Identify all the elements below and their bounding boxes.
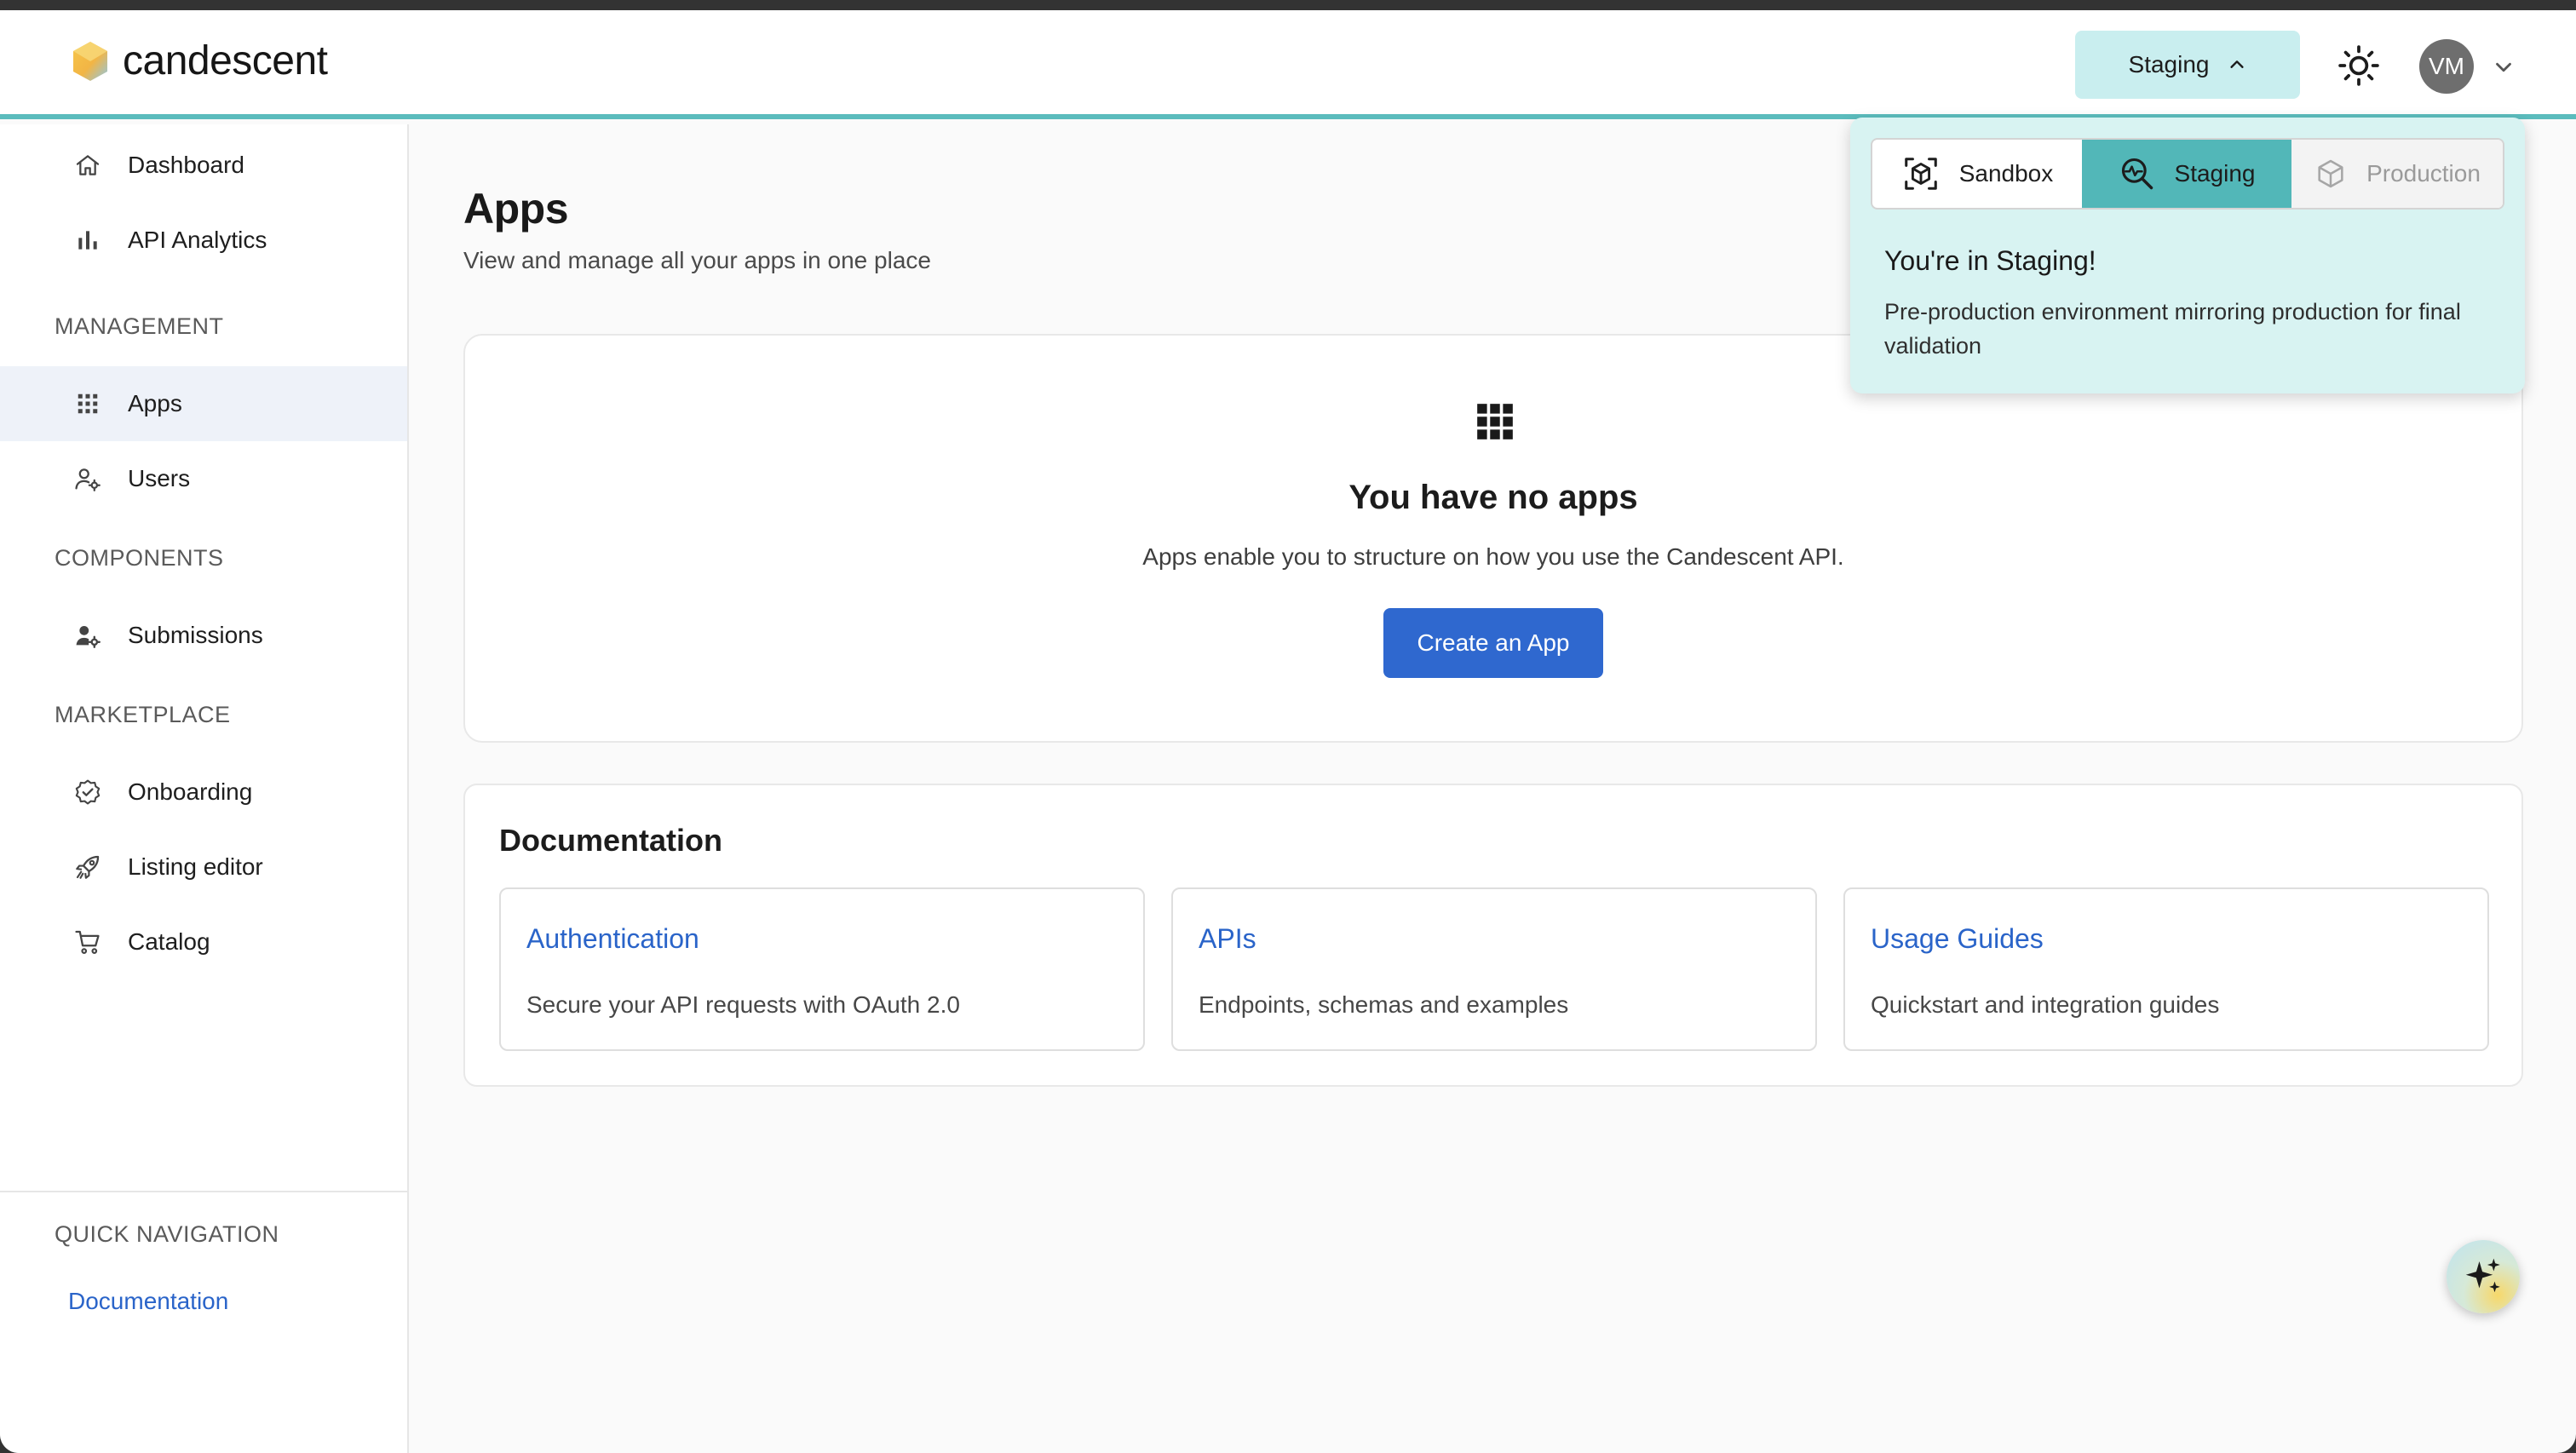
avatar-initials: VM: [2429, 53, 2464, 79]
sun-icon[interactable]: [2337, 44, 2380, 87]
sparkles-icon: [2465, 1258, 2500, 1293]
quick-nav-documentation-link[interactable]: Documentation: [68, 1288, 228, 1315]
doc-item-usage-guides[interactable]: Usage Guides Quickstart and integration …: [1843, 887, 2489, 1051]
doc-item-description: Secure your API requests with OAuth 2.0: [526, 991, 960, 1018]
apps-grid-icon: [1477, 404, 1513, 439]
home-icon: [73, 151, 102, 180]
create-app-button[interactable]: Create an App: [1383, 608, 1603, 678]
sidebar-section-management: MANAGEMENT: [55, 313, 224, 339]
sidebar-item-label: Catalog: [128, 928, 210, 955]
popover-title: You're in Staging!: [1884, 245, 2096, 276]
sidebar-item-listing-editor[interactable]: Listing editor: [0, 830, 407, 905]
sidebar-item-label: Users: [128, 465, 191, 491]
empty-state-description: Apps enable you to structure on how you …: [1142, 543, 1844, 570]
app-window: candescent Staging VM Dashboard API Anal…: [0, 10, 2576, 1453]
env-option-label: Sandbox: [1958, 160, 2054, 187]
cube-icon: [2318, 159, 2343, 188]
sidebar-item-users[interactable]: Users: [0, 441, 407, 516]
env-option-sandbox[interactable]: Sandbox: [1872, 140, 2082, 208]
sidebar-item-label: Listing editor: [128, 853, 263, 880]
grid-icon: [73, 389, 102, 418]
chevron-down-icon[interactable]: [2491, 55, 2516, 80]
environment-selector-label: Staging: [2128, 51, 2210, 78]
sidebar-item-label: Apps: [128, 390, 182, 416]
ai-assistant-button[interactable]: [2447, 1240, 2520, 1313]
doc-item-title: APIs: [1199, 923, 1256, 954]
user-avatar[interactable]: VM: [2419, 39, 2474, 94]
environment-segmented-control: Sandbox Staging Production: [1871, 138, 2504, 210]
env-option-label: Production: [2366, 160, 2481, 187]
doc-item-title: Authentication: [526, 923, 699, 954]
sidebar-item-api-analytics[interactable]: API Analytics: [0, 203, 407, 278]
brand-name: candescent: [123, 38, 328, 83]
empty-state-title: You have no apps: [1348, 479, 1638, 516]
sidebar-section-components: COMPONENTS: [55, 545, 224, 571]
sidebar-item-label: Dashboard: [128, 152, 244, 178]
user-gear-icon: [73, 621, 102, 650]
environment-popover: Sandbox Staging Production You're in Sta…: [1850, 118, 2525, 393]
doc-item-apis[interactable]: APIs Endpoints, schemas and examples: [1171, 887, 1817, 1051]
doc-item-description: Quickstart and integration guides: [1871, 991, 2220, 1018]
sidebar: Dashboard API Analytics MANAGEMENT Apps: [0, 124, 409, 1453]
sidebar-divider: [0, 1191, 407, 1192]
sidebar-item-apps[interactable]: Apps: [0, 366, 407, 441]
doc-item-description: Endpoints, schemas and examples: [1199, 991, 1569, 1018]
empty-state-card: You have no apps Apps enable you to stru…: [463, 334, 2523, 743]
page-subtitle: View and manage all your apps in one pla…: [463, 247, 931, 273]
cart-icon: [73, 928, 102, 956]
env-option-staging[interactable]: Staging: [2082, 140, 2291, 208]
sidebar-item-label: Submissions: [128, 622, 263, 648]
rocket-icon: [73, 853, 102, 882]
chevron-up-icon: [2230, 60, 2245, 68]
top-header: candescent Staging VM: [0, 10, 2576, 119]
sidebar-item-dashboard[interactable]: Dashboard: [0, 128, 407, 203]
search-pulse-icon: [2121, 158, 2153, 190]
doc-item-title: Usage Guides: [1871, 923, 2044, 954]
candescent-logo-icon: [73, 41, 107, 81]
env-option-label: Staging: [2174, 160, 2256, 187]
doc-item-authentication[interactable]: Authentication Secure your API requests …: [499, 887, 1145, 1051]
sidebar-section-marketplace: MARKETPLACE: [55, 702, 231, 727]
badge-check-icon: [73, 778, 102, 807]
sidebar-item-submissions[interactable]: Submissions: [0, 598, 407, 673]
documentation-title: Documentation: [499, 823, 723, 858]
environment-selector-button[interactable]: Staging: [2075, 31, 2300, 99]
sidebar-item-label: API Analytics: [128, 227, 267, 253]
brand-logo[interactable]: candescent: [72, 37, 328, 84]
quick-navigation-title: QUICK NAVIGATION: [55, 1221, 279, 1247]
popover-description: Pre-production environment mirroring pro…: [1884, 299, 2461, 359]
documentation-card: Documentation Authentication Secure your…: [463, 784, 2523, 1087]
sidebar-item-catalog[interactable]: Catalog: [0, 905, 407, 979]
sidebar-item-label: Onboarding: [128, 778, 253, 805]
page-title: Apps: [463, 185, 569, 233]
users-gear-icon: [73, 464, 102, 493]
sidebar-item-onboarding[interactable]: Onboarding: [0, 755, 407, 830]
env-option-production[interactable]: Production: [2291, 140, 2503, 208]
bar-chart-icon: [73, 226, 102, 255]
cube-scan-icon: [1904, 158, 1937, 190]
